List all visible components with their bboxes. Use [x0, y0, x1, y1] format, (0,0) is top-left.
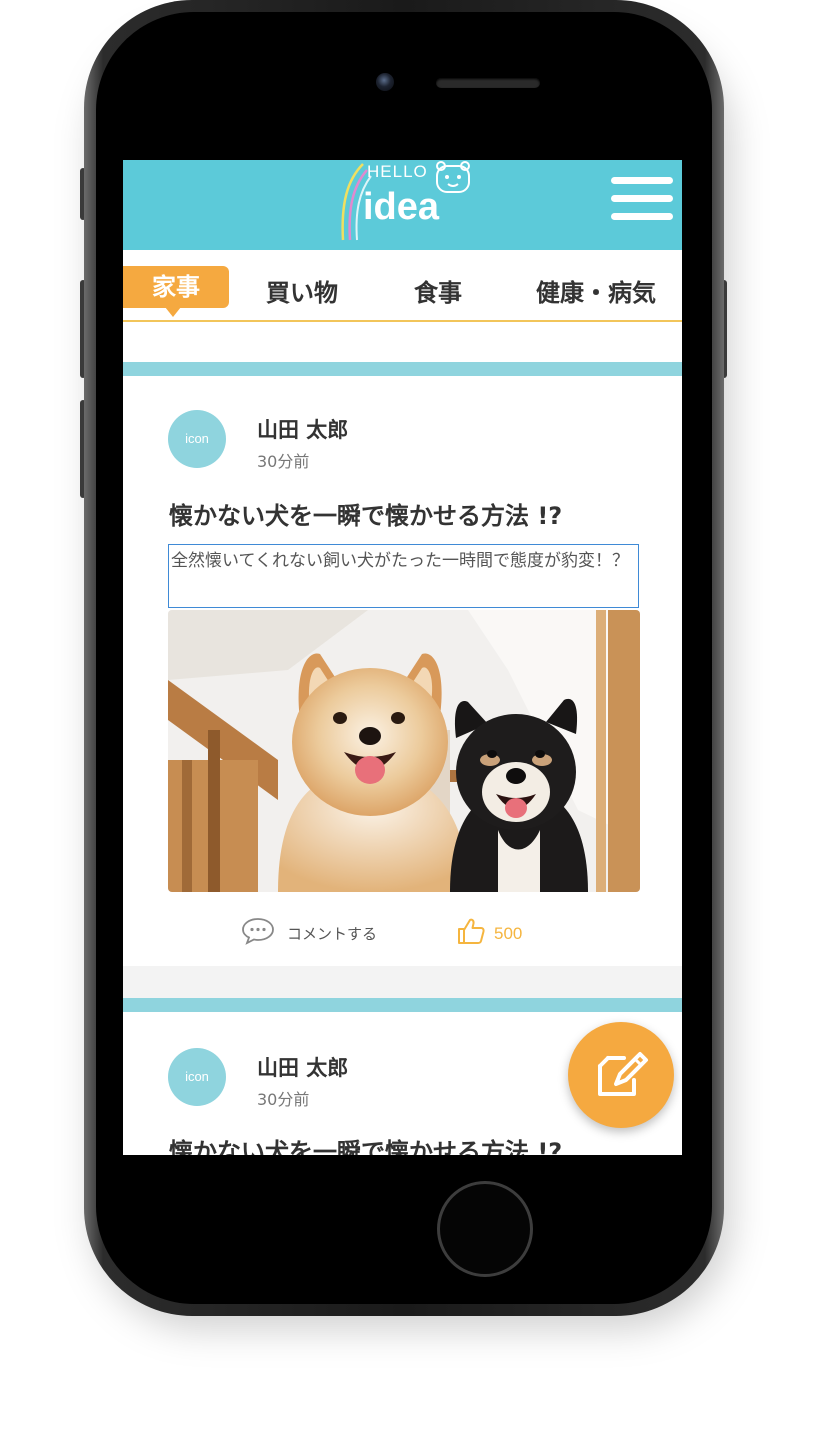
avatar[interactable]: icon: [168, 1048, 226, 1106]
post-description[interactable]: 全然懐いてくれない飼い犬がたった一時間で態度が豹変！？: [168, 544, 639, 608]
earpiece-speaker: [436, 78, 540, 88]
hamburger-menu-icon[interactable]: [611, 177, 673, 221]
post-time: 30分前: [257, 452, 310, 471]
front-camera: [376, 73, 394, 91]
post-title[interactable]: 懐かない犬を一瞬で懐かせる方法 !?: [169, 496, 562, 531]
compose-icon: [598, 1052, 648, 1096]
post-photo[interactable]: [168, 610, 640, 892]
comment-bubble-icon: [242, 918, 274, 945]
feed-spacer: [123, 322, 682, 362]
logo-idea-text: idea: [363, 186, 440, 228]
card-top-band: [123, 362, 682, 376]
tab-health[interactable]: 健康・病気: [536, 273, 656, 308]
comment-label: コメントする: [287, 925, 378, 943]
compose-button[interactable]: [568, 1022, 674, 1128]
logo-hello-text: HELLO: [367, 162, 428, 181]
shiba-dogs-image: [168, 610, 640, 892]
post-time: 30分前: [257, 1090, 310, 1109]
tab-housework[interactable]: 家事: [123, 266, 229, 317]
like-button[interactable]: 500: [456, 916, 522, 946]
mascot-icon: [436, 161, 470, 193]
tab-shopping[interactable]: 買い物: [266, 273, 338, 308]
like-count: 500: [494, 924, 523, 943]
tab-meals[interactable]: 食事: [414, 273, 462, 308]
post-author[interactable]: 山田 太郎: [257, 1052, 348, 1082]
avatar[interactable]: icon: [168, 410, 226, 468]
post-actions: コメントする 500: [123, 912, 682, 952]
home-button[interactable]: [437, 1181, 533, 1277]
app-logo[interactable]: HELLO idea: [329, 160, 479, 250]
category-tabs: 家事 買い物 食事 健康・病気: [123, 250, 682, 322]
post-title[interactable]: 懐かない犬を一瞬で懐かせる方法 !?: [169, 1132, 562, 1155]
thumbs-up-icon: [458, 918, 485, 944]
app-header: HELLO idea: [123, 160, 682, 250]
card-top-band: [123, 998, 682, 1012]
comment-button[interactable]: コメントする: [241, 917, 377, 947]
app-screen: HELLO idea 家事 買い物 食事 健康・病気 icon 山田 太郎 30…: [123, 160, 682, 1155]
post-author[interactable]: 山田 太郎: [257, 414, 348, 444]
